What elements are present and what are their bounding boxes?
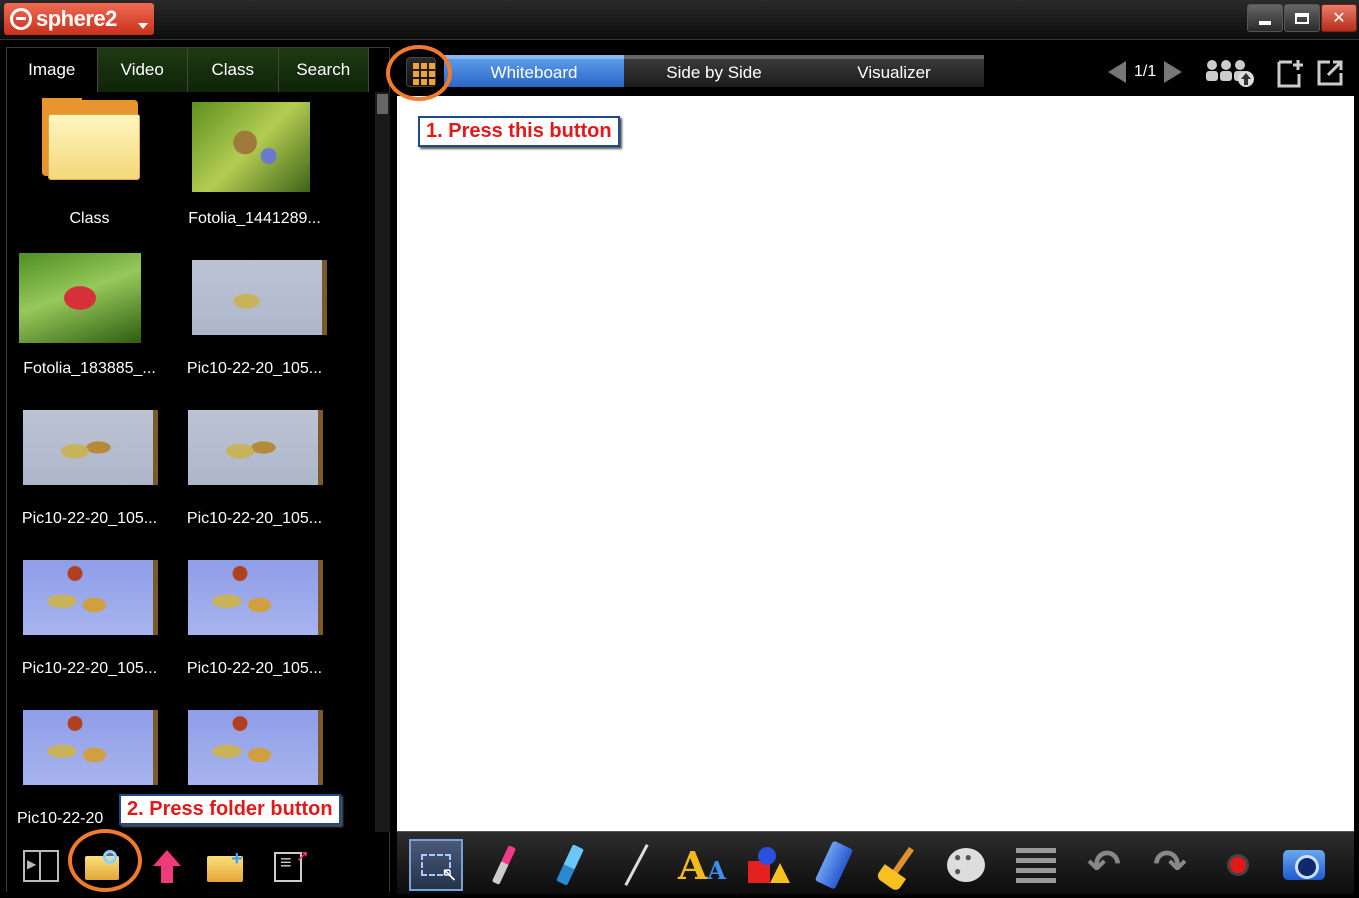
color-palette-icon[interactable]	[939, 839, 993, 891]
tab-video[interactable]: Video	[97, 48, 188, 92]
image-item[interactable]: Pic10-22-20_105...	[172, 398, 337, 548]
annotation-step1: 1. Press this button	[418, 116, 620, 147]
image-item[interactable]: Pic10-22-20_105...	[7, 548, 172, 698]
item-label: Pic10-22-20_105...	[186, 660, 323, 677]
app-logo-menu[interactable]: sphere2	[4, 3, 154, 35]
item-label: Pic10-22-20_105...	[21, 660, 158, 677]
close-icon: ✕	[1332, 10, 1346, 27]
item-label: Class	[69, 210, 110, 227]
line-width-icon[interactable]	[1009, 839, 1063, 891]
clear-broom-icon[interactable]	[873, 839, 927, 891]
page-indicator: 1/1	[1134, 63, 1157, 80]
media-tabs: Image Video Class Search	[7, 48, 369, 92]
media-actions-bar: + ➚	[7, 838, 389, 892]
tab-class[interactable]: Class	[188, 48, 279, 92]
record-icon[interactable]	[1211, 839, 1265, 891]
annotation-step2: 2. Press folder button	[119, 794, 341, 825]
list-export-icon[interactable]: ➚	[272, 848, 309, 882]
image-thumbnail	[23, 710, 158, 785]
drawing-toolbar: AA ↶ ↷	[397, 831, 1354, 894]
redo-icon[interactable]: ↷	[1143, 839, 1197, 891]
item-label: Pic10-22-20_105...	[21, 510, 158, 527]
tab-side-by-side[interactable]: Side by Side	[624, 55, 804, 87]
image-thumbnail	[188, 560, 323, 635]
image-thumbnail	[23, 410, 158, 485]
image-thumbnail	[19, 253, 141, 343]
upload-icon[interactable]	[149, 850, 185, 883]
tab-visualizer[interactable]: Visualizer	[804, 55, 984, 87]
image-item[interactable]: Pic10-22-20_105...	[7, 398, 172, 548]
tab-whiteboard[interactable]: Whiteboard	[444, 55, 624, 87]
folder-item[interactable]: Class	[7, 98, 172, 248]
image-thumbnail	[188, 710, 323, 785]
image-thumbnail	[188, 410, 323, 485]
main-top-bar: Whiteboard Side by Side Visualizer 1/1	[396, 47, 1357, 95]
maximize-button[interactable]	[1284, 4, 1320, 32]
camera-icon[interactable]	[1277, 839, 1331, 891]
media-browser-panel: Image Video Class Search Class Fotolia_1…	[6, 47, 390, 892]
item-label: Pic10-22-20_105...	[186, 510, 323, 527]
line-tool-icon[interactable]	[609, 839, 663, 891]
app-logo-text: sphere2	[36, 6, 117, 31]
text-tool-icon[interactable]: AA	[675, 839, 729, 891]
shapes-tool-icon[interactable]	[741, 839, 795, 891]
folder-icon	[42, 98, 140, 180]
close-button[interactable]: ✕	[1321, 4, 1357, 32]
item-label: Pic10-22-20_105...	[186, 360, 323, 377]
share-users-icon[interactable]	[1202, 57, 1258, 89]
minimize-button[interactable]	[1247, 4, 1283, 32]
whiteboard-canvas[interactable]	[397, 96, 1354, 831]
new-page-icon[interactable]	[1274, 57, 1306, 89]
image-item[interactable]: Pic10-22-20_105...	[172, 548, 337, 698]
app-logo-icon	[10, 8, 32, 30]
new-folder-icon[interactable]: +	[207, 848, 243, 882]
highlighter-tool-icon[interactable]	[543, 839, 597, 891]
annotation-ring-folder	[68, 829, 142, 892]
prev-page-icon[interactable]	[1108, 61, 1126, 83]
annotation-ring-grid	[386, 45, 452, 101]
maximize-icon	[1295, 12, 1309, 24]
export-icon[interactable]	[1314, 57, 1346, 89]
image-thumbnail	[192, 102, 310, 192]
tab-image[interactable]: Image	[7, 48, 98, 92]
chevron-down-icon	[138, 23, 148, 29]
media-scrollbar[interactable]	[375, 92, 390, 832]
split-view-icon[interactable]	[23, 850, 59, 882]
undo-icon[interactable]: ↶	[1077, 839, 1131, 891]
pen-tool-icon[interactable]	[477, 839, 531, 891]
image-item[interactable]: Fotolia_1441289...	[172, 98, 337, 248]
eraser-tool-icon[interactable]	[807, 839, 861, 891]
image-thumbnail	[192, 260, 327, 335]
page-navigator: 1/1	[1108, 59, 1183, 85]
mode-tabs: Whiteboard Side by Side Visualizer	[444, 55, 984, 87]
item-label: Fotolia_1441289...	[188, 210, 321, 227]
minimize-icon	[1259, 21, 1271, 25]
next-page-icon[interactable]	[1164, 61, 1183, 83]
tab-search[interactable]: Search	[278, 48, 369, 92]
image-item[interactable]: Pic10-22-20_105...	[172, 248, 337, 398]
image-item[interactable]: Fotolia_183885_...	[7, 248, 172, 398]
title-bar: sphere2 ✕	[0, 0, 1359, 40]
media-grid: Class Fotolia_1441289... Fotolia_183885_…	[7, 98, 369, 828]
image-thumbnail	[23, 560, 158, 635]
window-controls: ✕	[1247, 4, 1357, 32]
selection-tool-icon[interactable]	[409, 839, 463, 891]
scrollbar-thumb[interactable]	[377, 94, 388, 114]
item-label: Fotolia_183885_...	[23, 360, 156, 377]
